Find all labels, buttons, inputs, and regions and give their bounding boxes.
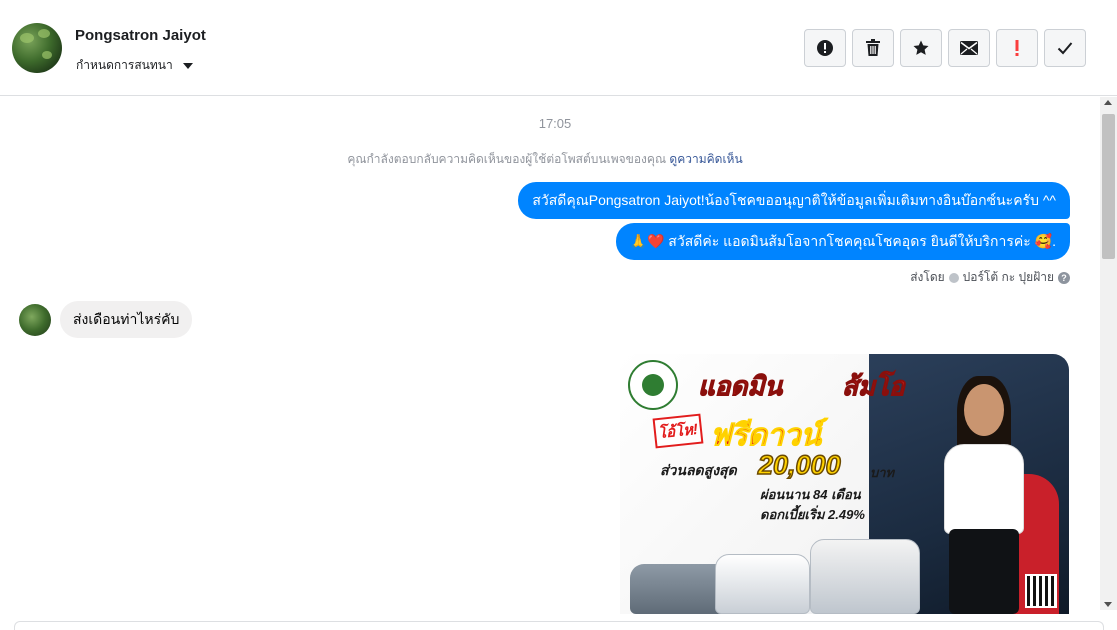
ad-installment: ผ่อนนาน 84 เดือน (760, 487, 861, 502)
star-button[interactable] (900, 29, 942, 67)
header-actions (804, 29, 1086, 67)
outgoing-message[interactable]: สวัสดีคุณPongsatron Jaiyot!น้องโชคขออนุญ… (518, 182, 1070, 219)
ad-discount-label: ส่วนลดสูงสุด (660, 462, 737, 478)
ad-title-left: แอดมิน (697, 371, 783, 402)
sender-dot-icon (948, 272, 959, 283)
contact-name[interactable]: Pongsatron Jaiyot (75, 27, 206, 44)
message-composer[interactable] (14, 621, 1104, 630)
outgoing-message[interactable]: 🙏❤️ สวัสดีค่ะ แอดมินส้มโอจากโชคคุณโชคอุด… (615, 223, 1070, 260)
dealer-logo-icon (628, 360, 678, 410)
pickup-truck-graphic (810, 539, 920, 614)
car-graphic (715, 554, 810, 614)
scroll-down-arrow-icon[interactable] (1104, 602, 1112, 607)
alert-circle-icon (817, 40, 833, 56)
mark-spam-button[interactable] (996, 29, 1038, 67)
qr-code-icon (1025, 574, 1057, 608)
conversation-settings-label: กำหนดการสนทนา (76, 58, 173, 72)
exclamation-icon (1015, 40, 1019, 56)
admin-photo (939, 374, 1029, 614)
sender-avatar[interactable] (19, 303, 51, 336)
caret-down-icon (182, 62, 193, 69)
mark-unread-button[interactable] (948, 29, 990, 67)
mark-done-button[interactable] (1044, 29, 1086, 67)
thread-scrollbar[interactable] (1100, 97, 1117, 610)
incoming-message-row: ส่งเดือนท่าไหร่คับ (19, 301, 193, 338)
ad-badge: โอ้โห! (652, 413, 704, 449)
ad-discount-amount: 20,000 (757, 449, 841, 481)
sent-by-info: ส่งโดย ปอร์โต้ กะ ปุยฝ้าย ? (910, 268, 1070, 287)
sent-by-label: ส่งโดย (910, 270, 945, 284)
scroll-up-arrow-icon[interactable] (1104, 100, 1112, 105)
envelope-icon (960, 41, 978, 55)
trash-icon (866, 39, 880, 56)
reply-context-text: คุณกำลังตอบกลับความคิดเห็นของผู้ใช้ต่อโพ… (347, 152, 667, 166)
messenger-conversation: Pongsatron Jaiyot กำหนดการสนทนา 17:05 คุ… (0, 0, 1117, 630)
help-icon[interactable]: ? (1058, 271, 1070, 284)
delete-button[interactable] (852, 29, 894, 67)
ad-discount-unit: บาท (870, 465, 895, 480)
check-icon (1057, 42, 1073, 55)
contact-avatar[interactable] (12, 23, 62, 73)
ad-title-right: ส้มโอ (842, 371, 906, 402)
ad-image-attachment[interactable]: แอดมิน ส้มโอ โอ้โห! ฟรีดาวน์ ส่วนลดสูงสุ… (620, 354, 1069, 614)
message-timestamp: 17:05 (538, 116, 572, 131)
message-thread[interactable]: 17:05 คุณกำลังตอบกลับความคิดเห็นของผู้ใช… (0, 97, 1100, 617)
ad-interest: ดอกเบี้ยเริ่ม 2.49% (760, 507, 865, 522)
incoming-message[interactable]: ส่งเดือนท่าไหร่คับ (60, 301, 193, 338)
star-icon (913, 40, 929, 55)
reply-context-notice: คุณกำลังตอบกลับความคิดเห็นของผู้ใช้ต่อโพ… (0, 150, 1090, 169)
report-button[interactable] (804, 29, 846, 67)
conversation-header: Pongsatron Jaiyot กำหนดการสนทนา (0, 0, 1117, 96)
view-comment-link[interactable]: ดูความคิดเห็น (669, 152, 742, 166)
scroll-thumb[interactable] (1102, 114, 1115, 259)
sent-by-name: ปอร์โต้ กะ ปุยฝ้าย (962, 270, 1054, 284)
conversation-settings-dropdown[interactable]: กำหนดการสนทนา (76, 56, 193, 75)
